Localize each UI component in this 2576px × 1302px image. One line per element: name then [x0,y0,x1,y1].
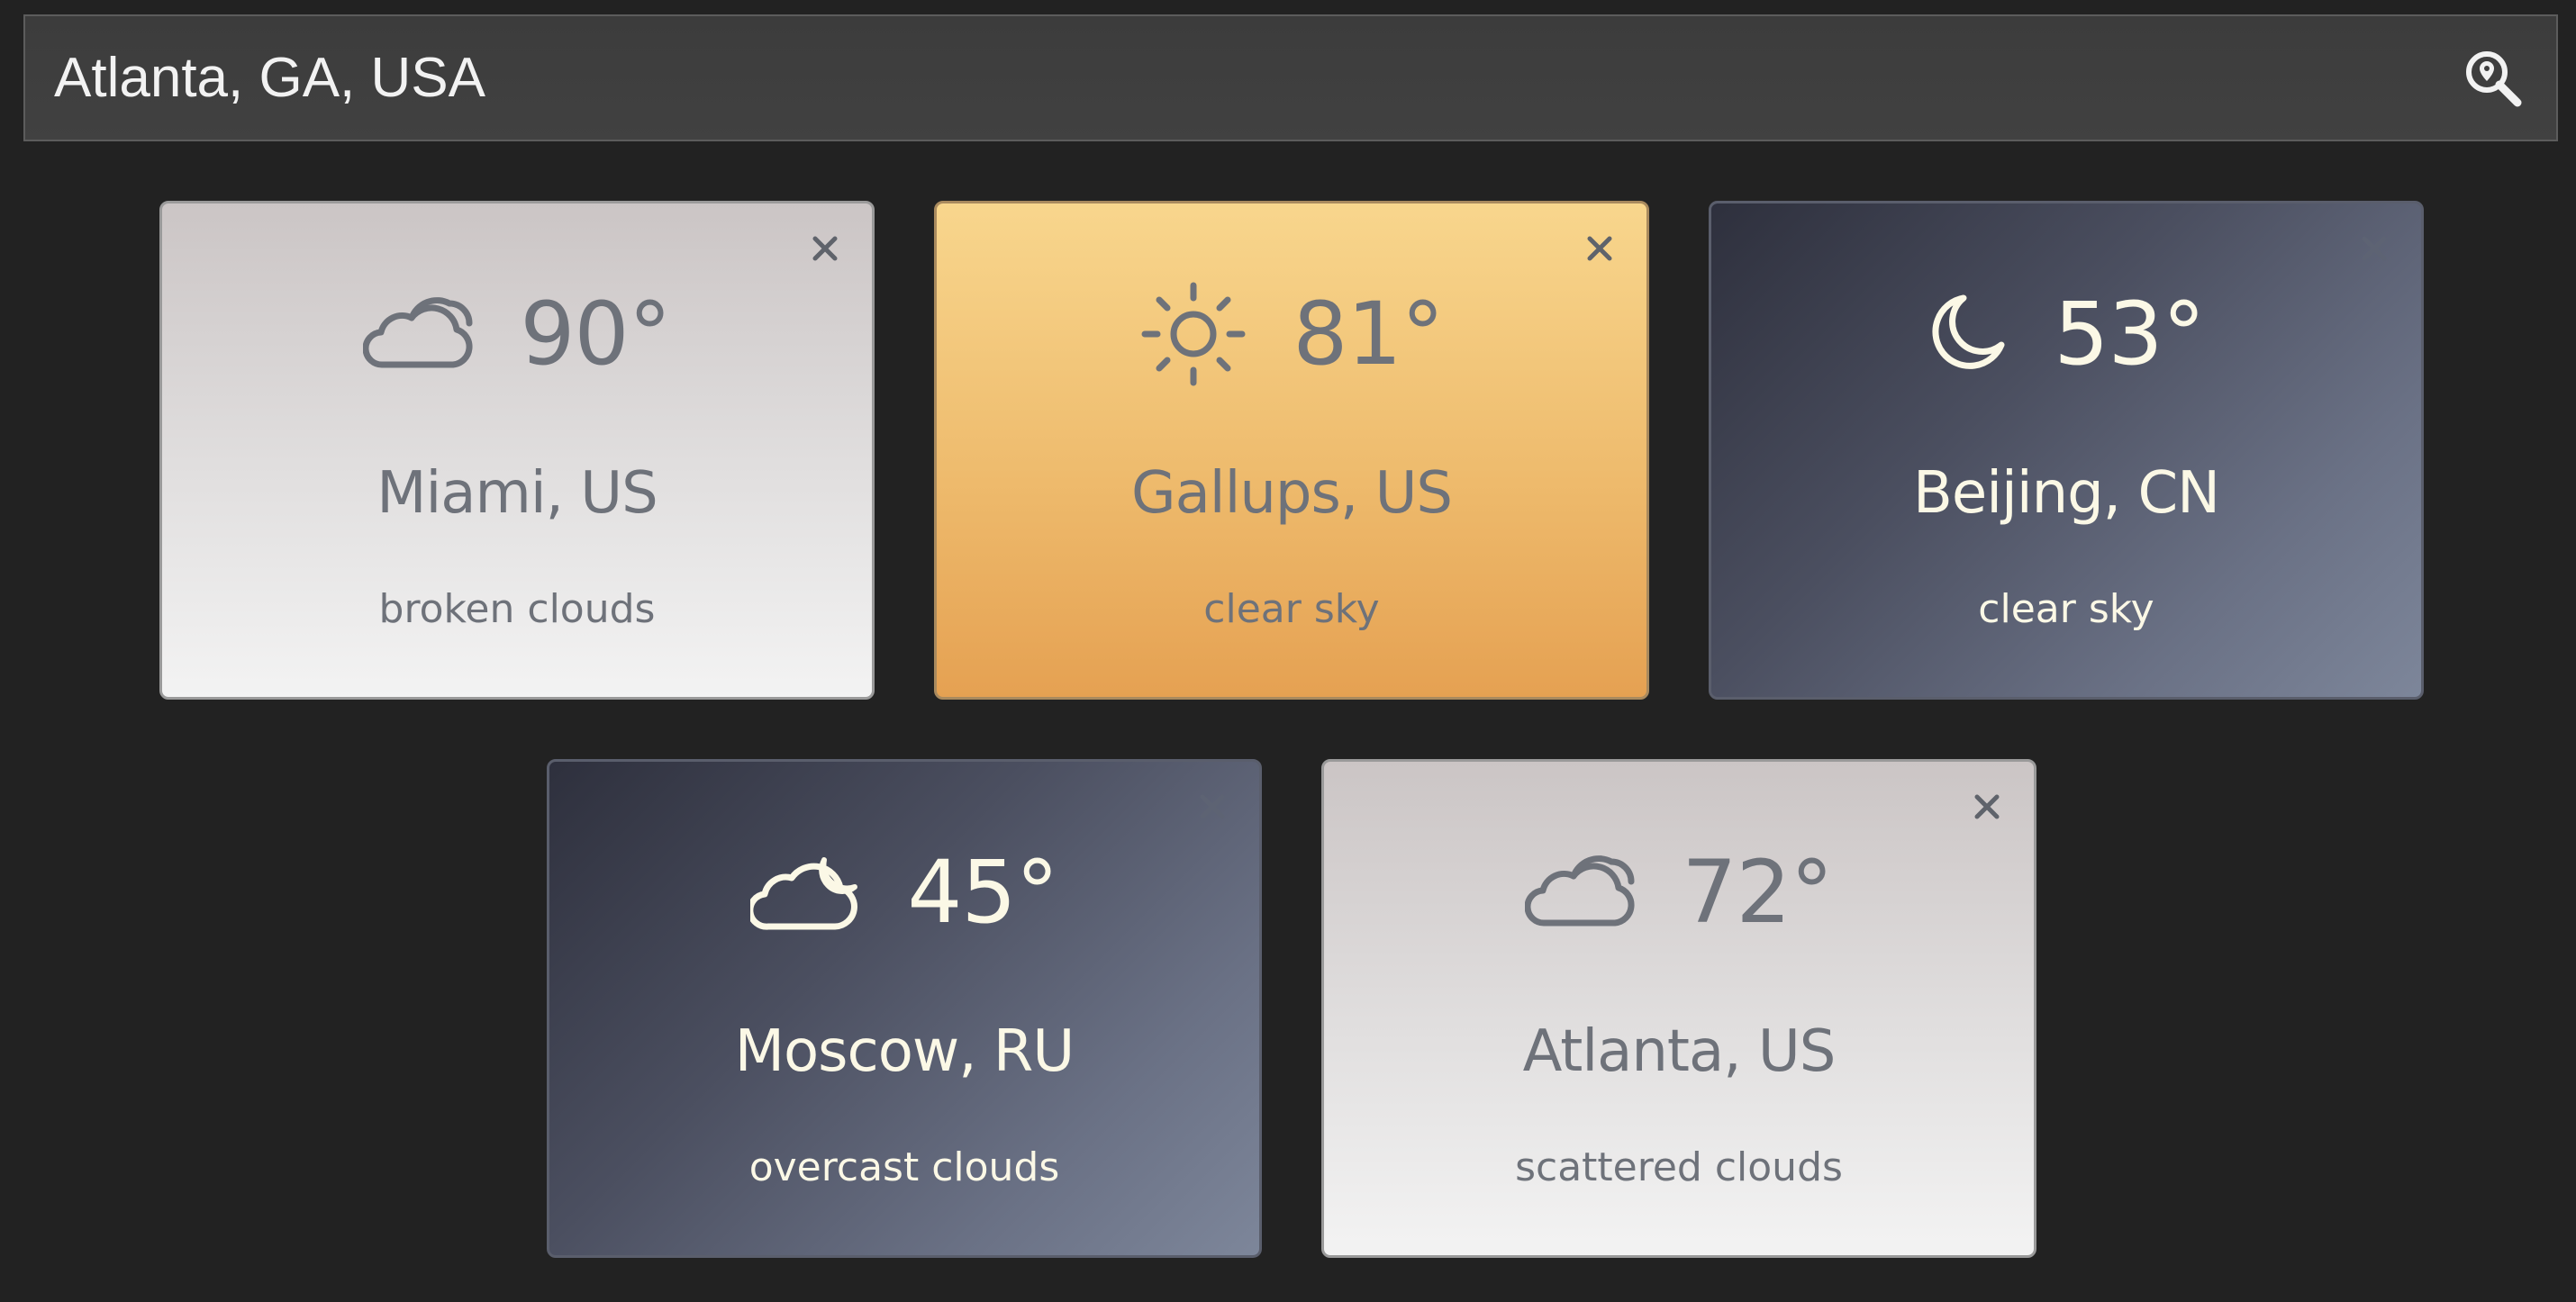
city-name: Miami, US [376,460,658,527]
sun-icon [1139,280,1247,388]
moon-icon [1927,291,2009,377]
close-icon [1586,235,1613,267]
city-name: Beijing, CN [1912,460,2220,527]
close-icon [2361,235,2388,267]
cloud-icon [363,296,475,372]
weather-description: overcast clouds [748,1144,1060,1190]
close-icon [1973,793,2000,825]
location-search-input[interactable] [25,16,2430,140]
weather-card: 81° Gallups, US clear sky [934,201,1649,700]
close-button[interactable] [1193,789,1232,828]
city-name: Moscow, RU [734,1018,1075,1085]
weather-description: clear sky [1203,586,1380,632]
close-button[interactable] [2354,231,2394,270]
weather-card: 45° Moscow, RU overcast clouds [547,759,1262,1258]
location-search-icon [2463,49,2523,108]
city-name: Atlanta, US [1522,1018,1837,1085]
cloud-icon [1525,854,1637,930]
close-icon [1199,793,1226,825]
close-button[interactable] [805,231,845,270]
weather-description: clear sky [1978,586,2154,632]
close-button[interactable] [1967,789,2007,828]
close-icon [812,235,839,267]
cloud-moon-icon [750,851,862,934]
temperature: 81° [1293,284,1444,384]
weather-card: 72° Atlanta, US scattered clouds [1321,759,2036,1258]
temperature: 72° [1682,842,1833,943]
search-bar [23,14,2558,141]
temperature: 45° [907,842,1058,943]
search-button[interactable] [2430,16,2556,140]
weather-card: 53° Beijing, CN clear sky [1709,201,2424,700]
city-name: Gallups, US [1130,460,1453,527]
close-button[interactable] [1580,231,1619,270]
temperature: 90° [520,284,671,384]
weather-description: broken clouds [378,586,656,632]
weather-card: 90° Miami, US broken clouds [159,201,875,700]
weather-description: scattered clouds [1515,1144,1843,1190]
temperature: 53° [2054,284,2205,384]
